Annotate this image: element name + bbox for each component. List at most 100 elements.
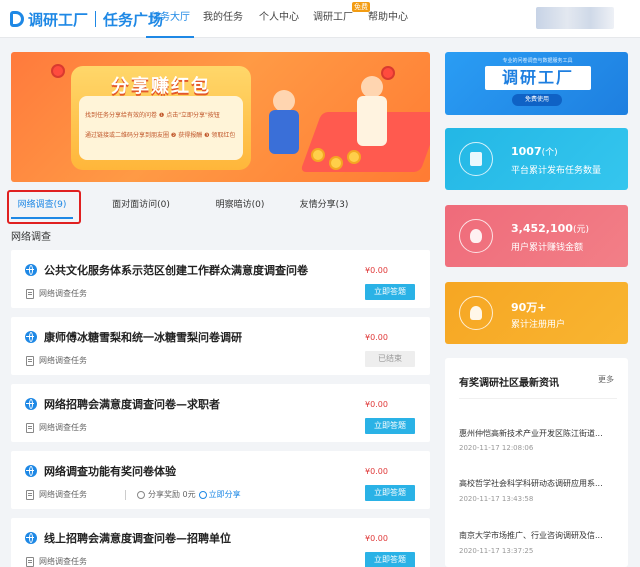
person-body-illustration (357, 96, 387, 146)
news-panel-title: 有奖调研社区最新资讯 (459, 378, 559, 389)
answer-now-button[interactable]: 立即答题 (365, 284, 415, 300)
person-body-illustration (269, 110, 299, 154)
document-icon (26, 356, 34, 366)
news-item-date: 2020-11-17 13:37:25 (459, 547, 534, 555)
logo-d-icon (10, 11, 24, 27)
task-card[interactable]: 线上招聘会满意度调查问卷—招聘单位 网络调查任务 ¥0.00 立即答题 (11, 518, 430, 567)
task-card[interactable]: 网络招聘会满意度调查问卷—求职者 网络调查任务 ¥0.00 立即答题 (11, 384, 430, 442)
answer-now-button[interactable]: 立即答题 (365, 552, 415, 567)
stat-card-users: 90万+ 累计注册用户 (445, 282, 628, 344)
stat-card-tasks: 1007(个) 平台累计发布任务数量 (445, 128, 628, 190)
nav-help-center[interactable]: 帮助中心 (360, 0, 416, 38)
money-bag-icon (459, 219, 493, 253)
coin-icon (347, 150, 361, 164)
task-type: 网络调查任务 (39, 490, 87, 499)
red-envelope-icon (51, 64, 65, 78)
stat-number: 90万+ (511, 301, 547, 314)
news-panel: 有奖调研社区最新资讯 更多 惠州仲恺高新技术产业开发区陈江街道... 2020-… (445, 358, 628, 567)
news-item-title[interactable]: 惠州仲恺高新技术产业开发区陈江街道... (459, 428, 619, 439)
logo-divider (95, 11, 97, 27)
task-list: 公共文化服务体系示范区创建工作群众满意度调查问卷 网络调查任务 ¥0.00 立即… (11, 250, 430, 567)
banner-step-line: 通过链接或二维码分享到朋友圈 ❷ 获得报酬 ❸ 领取红包 (85, 132, 235, 139)
nav-research-factory[interactable]: 调研工厂 免费 (306, 0, 370, 38)
banner-speech-bubble: 分享赚红包 找到任务分享给有效的问卷 ❶ 点击"立即分享"按钮 通过链接或二维码… (71, 66, 251, 170)
divider (125, 490, 126, 500)
section-title: 网络调查 (11, 232, 51, 243)
stat-label: 用户累计赚钱金额 (511, 243, 584, 253)
nav-my-tasks[interactable]: 我的任务 (194, 0, 252, 38)
brand-card[interactable]: 专业的问卷调查与数据服务工具 调研工厂 免费使用 (445, 52, 628, 115)
document-icon (459, 142, 493, 176)
ended-status-button: 已结束 (365, 351, 415, 367)
tab-mystery-visit[interactable]: 明察暗访(0) (205, 195, 275, 219)
task-price: ¥0.00 (365, 333, 388, 342)
share-icon (198, 490, 207, 499)
red-envelope-icon (381, 66, 395, 80)
task-card[interactable]: 网络调查功能有奖问卷体验 网络调查任务 分享奖励 0元 立即分享 ¥0.00 立… (11, 451, 430, 509)
task-card[interactable]: 康师傅冰糖雪梨和统一冰糖雪梨问卷调研 网络调查任务 ¥0.00 已结束 (11, 317, 430, 375)
person-illustration (361, 76, 383, 98)
promo-banner[interactable]: 分享赚红包 找到任务分享给有效的问卷 ❶ 点击"立即分享"按钮 通过链接或二维码… (11, 52, 430, 182)
brand-tagline: 专业的问卷调查与数据服务工具 (502, 58, 573, 64)
stat-number: 3,452,100(元) (511, 222, 589, 235)
task-price: ¥0.00 (365, 467, 388, 476)
task-price: ¥0.00 (365, 266, 388, 275)
news-item-date: 2020-11-17 13:43:58 (459, 495, 534, 503)
globe-icon (25, 465, 37, 477)
task-card[interactable]: 公共文化服务体系示范区创建工作群众满意度调查问卷 网络调查任务 ¥0.00 立即… (11, 250, 430, 308)
free-use-button[interactable]: 免费使用 (512, 94, 562, 106)
task-title[interactable]: 网络招聘会满意度调查问卷—求职者 (44, 396, 220, 412)
main-nav: 任务大厅 我的任务 个人中心 调研工厂 免费 帮助中心 (146, 0, 416, 38)
logo-text: 调研工厂 (28, 10, 89, 29)
stat-number: 1007(个) (511, 145, 558, 158)
task-type: 网络调查任务 (39, 423, 87, 432)
site-logo[interactable]: 调研工厂 任务广场 (10, 9, 163, 29)
task-title[interactable]: 公共文化服务体系示范区创建工作群众满意度调查问卷 (44, 262, 308, 278)
top-header: 调研工厂 任务广场 任务大厅 我的任务 个人中心 调研工厂 免费 帮助中心 (0, 0, 640, 38)
document-icon (26, 557, 34, 567)
banner-title: 分享赚红包 (111, 76, 211, 97)
news-item-title[interactable]: 南京大学市场推广、行业咨询调研及信... (459, 530, 619, 541)
task-title[interactable]: 网络调查功能有奖问卷体验 (44, 463, 176, 479)
task-title[interactable]: 康师傅冰糖雪梨和统一冰糖雪梨问卷调研 (44, 329, 242, 345)
coin-icon (311, 148, 325, 162)
answer-now-button[interactable]: 立即答题 (365, 485, 415, 501)
banner-steps: 找到任务分享给有效的问卷 ❶ 点击"立即分享"按钮 通过链接或二维码分享到朋友圈… (79, 96, 243, 160)
news-item-title[interactable]: 高校哲学社会科学科研动态调研应用系... (459, 478, 619, 489)
tab-friend-share[interactable]: 友情分享(3) (289, 195, 359, 219)
share-reward-label: 分享奖励 (148, 490, 180, 499)
document-icon (26, 423, 34, 433)
share-reward-icon (137, 490, 145, 499)
task-type: 网络调查任务 (39, 356, 87, 365)
document-icon (26, 490, 34, 500)
task-type: 网络调查任务 (39, 289, 87, 298)
user-icon (459, 296, 493, 330)
globe-icon (25, 532, 37, 544)
nav-task-hall[interactable]: 任务大厅 (146, 0, 194, 38)
person-illustration (273, 90, 295, 112)
stat-label: 平台累计发布任务数量 (511, 166, 602, 176)
task-price: ¥0.00 (365, 534, 388, 543)
banner-step-line: 找到任务分享给有效的问卷 ❶ 点击"立即分享"按钮 (85, 112, 220, 119)
share-now-link[interactable]: 立即分享 (198, 489, 241, 500)
nav-research-factory-label: 调研工厂 (313, 12, 353, 23)
nav-personal-center[interactable]: 个人中心 (252, 0, 306, 38)
globe-icon (25, 331, 37, 343)
task-title[interactable]: 线上招聘会满意度调查问卷—招聘单位 (44, 530, 231, 546)
stat-label: 累计注册用户 (511, 320, 566, 330)
share-now-label: 立即分享 (208, 490, 241, 499)
share-reward-amount: 0元 (182, 490, 196, 499)
globe-icon (25, 398, 37, 410)
document-icon (26, 289, 34, 299)
divider (459, 398, 617, 399)
task-type: 网络调查任务 (39, 557, 87, 566)
globe-icon (25, 264, 37, 276)
news-more-link[interactable]: 更多 (598, 374, 614, 385)
stat-card-earnings: 3,452,100(元) 用户累计赚钱金额 (445, 205, 628, 267)
coin-icon (329, 156, 343, 170)
news-item-date: 2020-11-17 12:08:06 (459, 444, 534, 452)
tab-face-to-face[interactable]: 面对面访问(0) (87, 195, 195, 219)
answer-now-button[interactable]: 立即答题 (365, 418, 415, 434)
task-price: ¥0.00 (365, 400, 388, 409)
user-avatar-blurred[interactable] (536, 7, 614, 29)
